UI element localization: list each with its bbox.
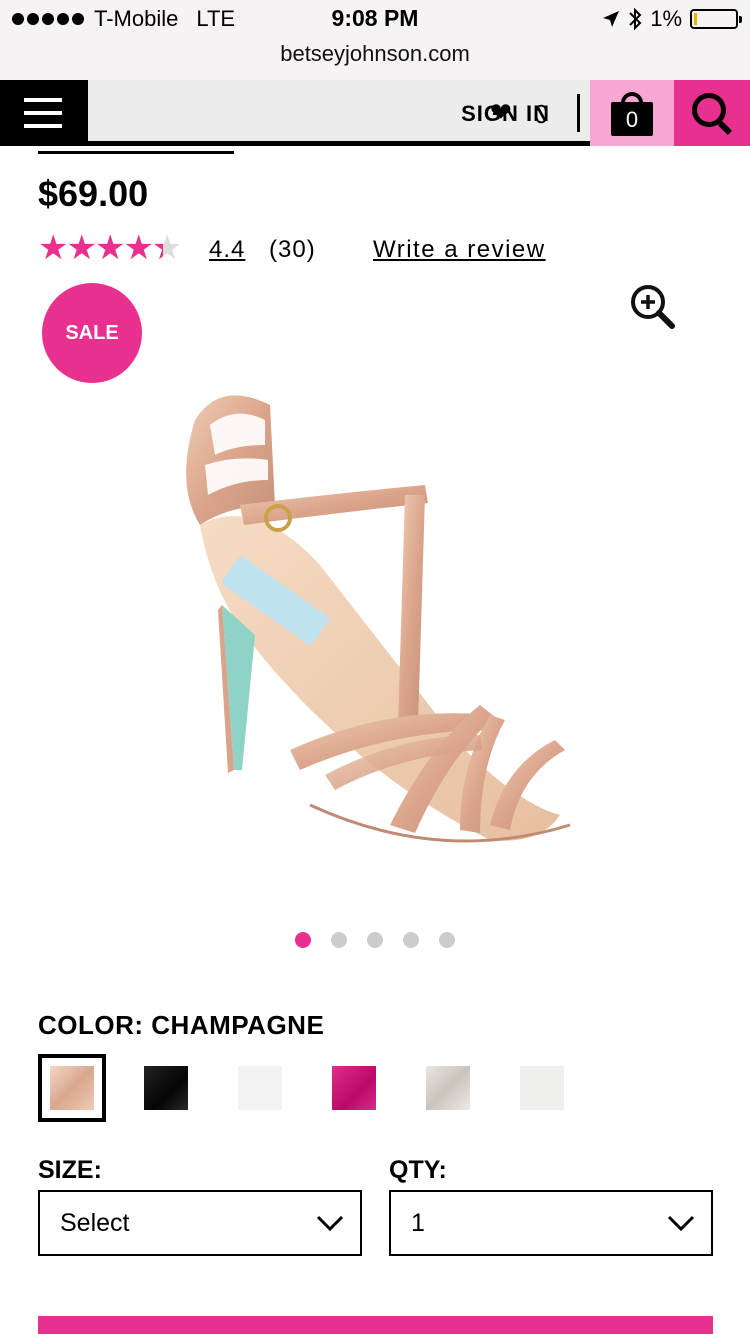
add-to-bag-button[interactable] — [38, 1316, 713, 1334]
color-heading: COLOR: — [38, 1010, 144, 1040]
hamburger-line — [24, 111, 62, 115]
image-carousel-dots — [295, 932, 455, 948]
rating-value-link[interactable]: 4.4 — [209, 236, 245, 264]
zoom-in-icon[interactable] — [628, 282, 676, 330]
cart-count: 0 — [611, 102, 653, 136]
bluetooth-icon — [629, 7, 642, 31]
swatch-ivory[interactable] — [520, 1066, 564, 1110]
swatch-silver[interactable] — [426, 1066, 470, 1110]
carousel-dot[interactable] — [403, 932, 419, 948]
battery-percent: 1% — [650, 6, 682, 31]
wishlist-count: 0 — [534, 99, 549, 129]
search-button[interactable] — [674, 80, 750, 146]
write-review-link[interactable]: Write a review — [373, 236, 546, 264]
carousel-dot[interactable] — [367, 932, 383, 948]
address-bar-url[interactable]: betseyjohnson.com — [0, 41, 750, 67]
chevron-down-icon — [316, 1215, 344, 1232]
qty-label: QTY: — [389, 1156, 447, 1184]
size-label: SIZE: — [38, 1156, 102, 1184]
status-right: 1% — [602, 6, 742, 32]
size-select[interactable]: Select — [38, 1190, 362, 1256]
site-header: SIGN IN ❤ 0 0 — [0, 80, 750, 146]
cart-button[interactable]: 0 — [590, 80, 674, 146]
location-arrow-icon — [603, 11, 620, 27]
size-select-value: Select — [60, 1209, 130, 1237]
carousel-dot[interactable] — [295, 932, 311, 948]
rating-row: ★★★★★ ★★★★★ 4.4 (30) Write a review — [38, 228, 544, 268]
hamburger-line — [24, 124, 62, 128]
selected-color-name: CHAMPAGNE — [151, 1010, 325, 1040]
color-label: COLOR: CHAMPAGNE — [38, 1010, 324, 1041]
swatch-fuchsia[interactable] — [332, 1066, 376, 1110]
swatch-black[interactable] — [144, 1066, 188, 1110]
divider — [577, 94, 580, 132]
qty-select[interactable]: 1 — [389, 1190, 713, 1256]
shopping-bag-icon: 0 — [611, 92, 653, 136]
carousel-dot[interactable] — [439, 932, 455, 948]
sale-badge: SALE — [42, 283, 142, 383]
menu-button[interactable] — [0, 80, 88, 146]
star-rating-icon: ★★★★★ ★★★★★ — [38, 229, 182, 267]
carousel-dot[interactable] — [331, 932, 347, 948]
hamburger-menu-icon — [24, 98, 62, 102]
status-bar: T-Mobile LTE 9:08 PM 1% betseyjohnson.co… — [0, 0, 750, 80]
search-icon-handle — [717, 120, 733, 136]
product-price: $69.00 — [38, 173, 149, 214]
rating-count: (30) — [269, 236, 316, 263]
swatch-white[interactable] — [238, 1066, 282, 1110]
qty-select-value: 1 — [411, 1209, 425, 1237]
section-divider — [38, 151, 234, 154]
heart-icon[interactable]: ❤ — [490, 97, 512, 128]
color-swatches — [38, 1054, 598, 1122]
battery-icon — [690, 9, 742, 29]
product-image[interactable] — [160, 385, 590, 855]
swatch-champagne[interactable] — [50, 1066, 94, 1110]
chevron-down-icon — [667, 1215, 695, 1232]
